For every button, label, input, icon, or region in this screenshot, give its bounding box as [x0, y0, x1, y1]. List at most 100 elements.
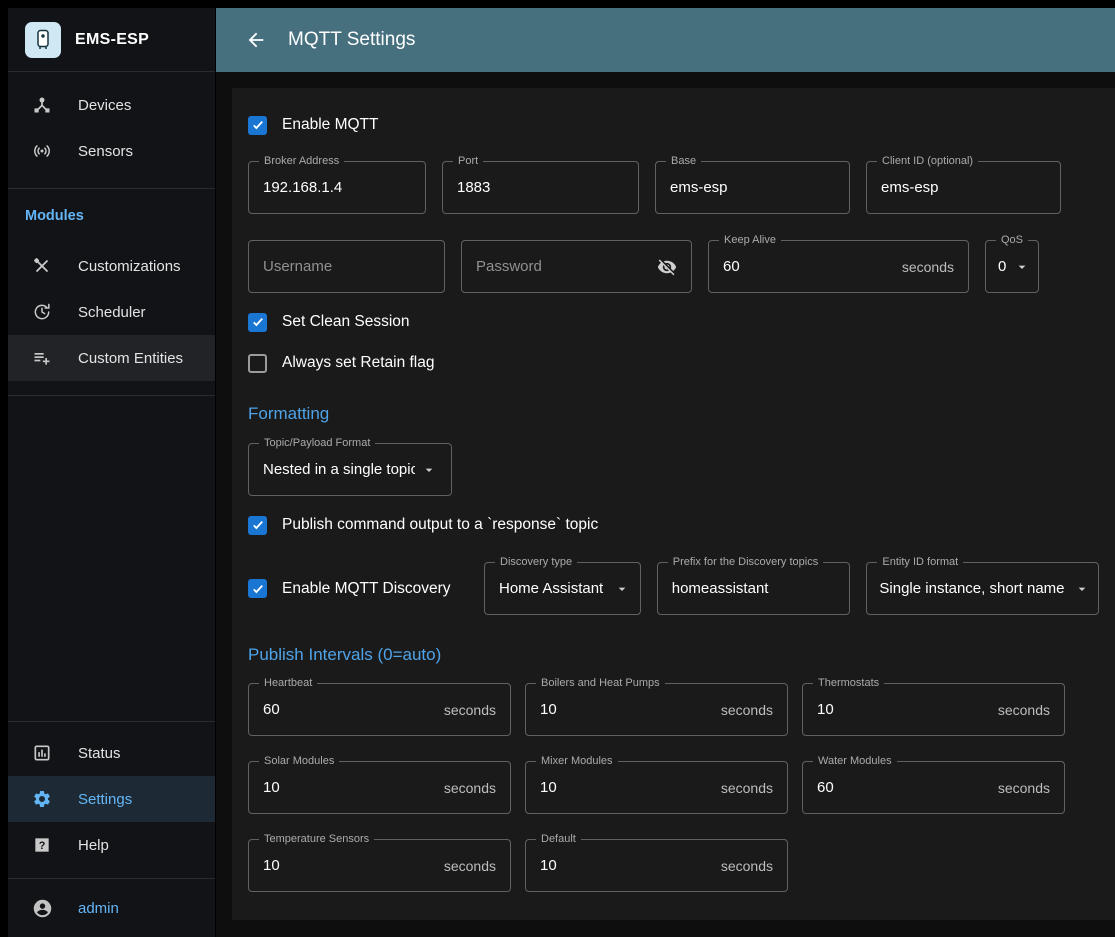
field-value: 1883 — [457, 179, 624, 196]
field-label: Temperature Sensors — [259, 832, 374, 846]
heartbeat-interval-field[interactable]: Heartbeat 60 seconds — [248, 683, 511, 736]
sidebar-item-settings[interactable]: Settings — [8, 776, 215, 822]
sidebar-item-status[interactable]: Status — [8, 730, 215, 776]
solar-interval-field[interactable]: Solar Modules 10 seconds — [248, 761, 511, 814]
field-suffix: seconds — [902, 259, 954, 275]
password-field[interactable]: Password — [461, 240, 692, 293]
discovery-type-select[interactable]: Discovery type Home Assistant — [484, 562, 641, 615]
topic-format-select[interactable]: Topic/Payload Format Nested in a single … — [248, 443, 452, 496]
water-interval-field[interactable]: Water Modules 60 seconds — [802, 761, 1065, 814]
sidebar-item-label: Devices — [78, 97, 131, 114]
sidebar-item-help[interactable]: ? Help — [8, 822, 215, 868]
username-field[interactable]: Username — [248, 240, 445, 293]
qos-select[interactable]: QoS 0 — [985, 240, 1039, 293]
enable-mqtt-checkbox[interactable]: Enable MQTT — [248, 114, 1099, 136]
checkbox-checked-icon — [248, 516, 267, 535]
field-value: 10 — [540, 857, 713, 874]
retain-flag-checkbox[interactable]: Always set Retain flag — [248, 352, 1099, 374]
sidebar: EMS-ESP Devices Sensors Modules — [0, 8, 216, 937]
app-window: EMS-ESP Devices Sensors Modules — [0, 0, 1115, 937]
entity-id-format-select[interactable]: Entity ID format Single instance, short … — [866, 562, 1099, 615]
field-placeholder: Username — [263, 258, 430, 275]
default-interval-field[interactable]: Default 10 seconds — [525, 839, 788, 892]
field-suffix: seconds — [721, 780, 773, 796]
field-value: ems-esp — [670, 179, 835, 196]
checkbox-label: Enable MQTT Discovery — [282, 580, 451, 598]
field-label: Broker Address — [259, 154, 344, 168]
sidebar-nav: Devices Sensors Modules Customizations — [8, 72, 215, 937]
port-field[interactable]: Port 1883 — [442, 161, 639, 214]
checkbox-label: Always set Retain flag — [282, 354, 435, 372]
field-placeholder: Password — [476, 258, 651, 275]
mixer-interval-field[interactable]: Mixer Modules 10 seconds — [525, 761, 788, 814]
base-field[interactable]: Base ems-esp — [655, 161, 850, 214]
sidebar-item-label: Help — [78, 837, 109, 854]
field-value: 10 — [540, 779, 713, 796]
bar-chart-icon — [30, 741, 54, 765]
account-circle-icon — [30, 896, 54, 920]
sidebar-spacer — [8, 396, 215, 721]
checkbox-checked-icon — [248, 579, 267, 598]
field-label: Water Modules — [813, 754, 897, 768]
sidebar-header: EMS-ESP — [8, 8, 215, 72]
publish-intervals-header: Publish Intervals (0=auto) — [248, 645, 1099, 665]
back-arrow-icon[interactable] — [242, 26, 270, 54]
field-value: ems-esp — [881, 179, 1046, 196]
sidebar-item-devices[interactable]: Devices — [8, 82, 215, 128]
field-label: QoS — [996, 233, 1028, 247]
intervals-grid: Heartbeat 60 seconds Boilers and Heat Pu… — [248, 683, 1099, 892]
field-value: 192.168.1.4 — [263, 179, 411, 196]
discovery-prefix-field[interactable]: Prefix for the Discovery topics homeassi… — [657, 562, 851, 615]
field-suffix: seconds — [444, 858, 496, 874]
field-label: Base — [666, 154, 701, 168]
field-suffix: seconds — [721, 858, 773, 874]
field-label: Solar Modules — [259, 754, 339, 768]
field-value: Single instance, short name — [879, 580, 1068, 597]
sidebar-item-sensors[interactable]: Sensors — [8, 128, 215, 174]
field-label: Client ID (optional) — [877, 154, 978, 168]
sidebar-item-label: Customizations — [78, 258, 181, 275]
field-value: homeassistant — [672, 580, 836, 597]
app-title: EMS-ESP — [75, 31, 149, 49]
sensors-icon — [30, 139, 54, 163]
formatting-section-header: Formatting — [248, 404, 1099, 424]
field-label: Keep Alive — [719, 233, 781, 247]
topic-format-row: Topic/Payload Format Nested in a single … — [248, 443, 1099, 496]
clean-session-checkbox[interactable]: Set Clean Session — [248, 311, 1099, 333]
playlist-add-icon — [30, 346, 54, 370]
ems-esp-logo-icon — [25, 22, 61, 58]
field-value: 0 — [998, 258, 1008, 275]
field-label: Discovery type — [495, 555, 577, 569]
page-title: MQTT Settings — [288, 29, 415, 51]
keep-alive-field[interactable]: Keep Alive 60 seconds — [708, 240, 969, 293]
client-id-field[interactable]: Client ID (optional) ems-esp — [866, 161, 1061, 214]
sidebar-item-scheduler[interactable]: Scheduler — [8, 289, 215, 335]
thermostats-interval-field[interactable]: Thermostats 10 seconds — [802, 683, 1065, 736]
enable-discovery-checkbox[interactable]: Enable MQTT Discovery — [248, 578, 468, 600]
schedule-update-icon — [30, 300, 54, 324]
publish-response-checkbox[interactable]: Publish command output to a `response` t… — [248, 514, 1099, 536]
field-value: 10 — [540, 701, 713, 718]
mqtt-settings-panel: Enable MQTT Broker Address 192.168.1.4 P… — [232, 88, 1115, 920]
visibility-off-icon[interactable] — [657, 257, 677, 277]
field-value: 60 — [263, 701, 436, 718]
field-suffix: seconds — [444, 780, 496, 796]
sidebar-item-custom-entities[interactable]: Custom Entities — [8, 335, 215, 381]
field-label: Mixer Modules — [536, 754, 618, 768]
checkbox-unchecked-icon — [248, 354, 267, 373]
boilers-interval-field[interactable]: Boilers and Heat Pumps 10 seconds — [525, 683, 788, 736]
hammer-wrench-icon — [30, 254, 54, 278]
chevron-down-icon — [614, 581, 630, 597]
sidebar-user-admin[interactable]: admin — [8, 879, 215, 937]
field-label: Topic/Payload Format — [259, 436, 375, 450]
sidebar-item-customizations[interactable]: Customizations — [8, 243, 215, 289]
field-value: 10 — [263, 779, 436, 796]
field-label: Port — [453, 154, 483, 168]
credentials-row: Username Password Keep Alive 60 seconds … — [248, 240, 1099, 293]
svg-text:?: ? — [39, 840, 46, 852]
broker-row: Broker Address 192.168.1.4 Port 1883 Bas… — [248, 161, 1099, 214]
sidebar-item-label: Settings — [78, 791, 132, 808]
broker-address-field[interactable]: Broker Address 192.168.1.4 — [248, 161, 426, 214]
temperature-sensors-interval-field[interactable]: Temperature Sensors 10 seconds — [248, 839, 511, 892]
field-label: Default — [536, 832, 581, 846]
